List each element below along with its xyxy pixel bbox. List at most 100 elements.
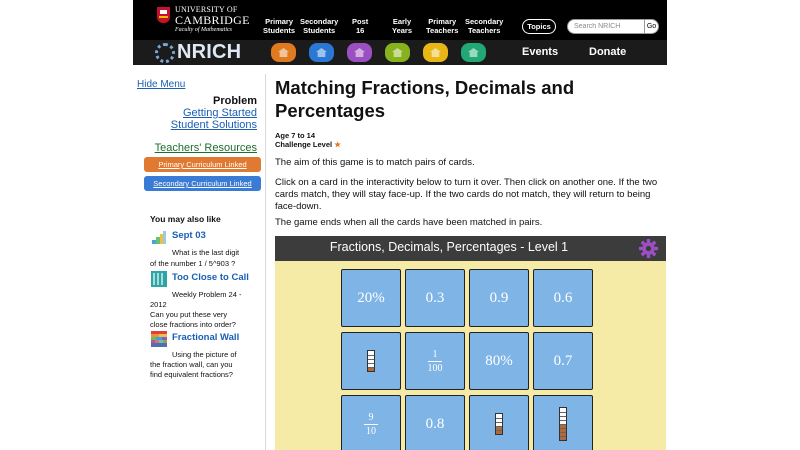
card-value: 0.8	[425, 415, 445, 432]
sidebar-divider	[265, 74, 266, 450]
page-title-line1: Matching Fractions, Decimals and	[275, 77, 575, 98]
nav-line1: Primary	[265, 17, 294, 26]
nav-early-years[interactable]: Early Years	[392, 17, 412, 35]
cambridge-shield-icon	[157, 7, 170, 23]
primary-curriculum-button[interactable]: Primary Curriculum Linked	[144, 157, 261, 172]
game-card[interactable]: 0.7	[533, 332, 593, 390]
tube-segment	[496, 430, 502, 434]
nav-line2: Teachers	[426, 26, 459, 35]
sidebar-student-solutions-link[interactable]: Student Solutions	[171, 119, 257, 131]
home-icon	[468, 48, 479, 57]
tube-segment	[368, 367, 374, 371]
intro-paragraph: The aim of this game is to match pairs o…	[275, 157, 475, 168]
fraction-numerator: 1	[432, 348, 438, 360]
secondary-curriculum-button[interactable]: Secondary Curriculum Linked	[144, 176, 261, 191]
top-header: UNIVERSITY OF CAMBRIDGE Faculty of Mathe…	[133, 0, 667, 40]
game-card[interactable]: 0.9	[469, 269, 529, 327]
cambridge-wordmark: UNIVERSITY OF CAMBRIDGE Faculty of Mathe…	[175, 6, 250, 34]
challenge-level: Challenge Level ★	[275, 140, 341, 149]
related-too-close-to-call-link[interactable]: Too Close to Call	[172, 272, 249, 283]
faculty-name: Faculty of Mathematics	[175, 27, 232, 33]
game-header: Fractions, Decimals, Percentages - Level…	[275, 236, 666, 261]
game-card[interactable]: 0.6	[533, 269, 593, 327]
card-fraction: 1 100	[428, 349, 443, 374]
card-value: 80%	[485, 352, 513, 369]
settings-gear-icon[interactable]	[638, 238, 659, 259]
home-icon	[316, 48, 327, 57]
stage-home-button-blue[interactable]	[309, 43, 334, 62]
card-fraction: 9 10	[364, 412, 378, 437]
sidebar-problem-title: Problem	[212, 95, 257, 107]
page-title-line2: Percentages	[275, 100, 386, 121]
game-card[interactable]: 1 100	[405, 332, 465, 390]
related-fractional-wall-desc-line3: find equivalent fractions?	[150, 370, 233, 379]
stage-home-button-teal[interactable]	[461, 43, 486, 62]
related-sept-03-link[interactable]: Sept 03	[172, 230, 206, 241]
instructions-paragraph: Click on a card in the interactivity bel…	[275, 177, 658, 212]
stage-home-button-green[interactable]	[385, 43, 410, 62]
events-link[interactable]: Events	[522, 46, 558, 58]
nav-line1: Secondary	[300, 17, 339, 26]
nrich-nav-bar: NRICH Events Donate	[133, 40, 667, 65]
related-too-close-desc-line1: Weekly Problem 24 -	[172, 290, 242, 299]
fraction-tube-icon	[559, 407, 567, 441]
stage-home-button-orange[interactable]	[271, 43, 296, 62]
you-may-also-like-heading: You may also like	[150, 214, 221, 224]
home-icon	[430, 48, 441, 57]
card-value: 0.6	[553, 289, 573, 306]
nav-line1: Post	[352, 17, 369, 26]
game-card[interactable]: 20%	[341, 269, 401, 327]
age-range: Age 7 to 14	[275, 131, 316, 140]
challenge-level-label: Challenge Level	[275, 140, 333, 149]
page-title: Matching Fractions, Decimals and Percent…	[275, 76, 655, 122]
home-icon	[392, 48, 403, 57]
game-card[interactable]: 80%	[469, 332, 529, 390]
fraction-denominator: 10	[366, 425, 376, 437]
nav-line2: Students	[263, 26, 296, 35]
fraction-bar	[364, 423, 378, 425]
card-value: 0.9	[489, 289, 509, 306]
related-fractional-wall-link[interactable]: Fractional Wall	[172, 332, 239, 343]
sept-03-thumbnail-icon[interactable]	[151, 229, 167, 245]
nav-line1: Secondary	[465, 17, 504, 26]
tube-segment	[560, 436, 566, 440]
nav-line1: Early	[392, 17, 412, 26]
game-card[interactable]	[469, 395, 529, 450]
search-go-button[interactable]: Go	[645, 19, 659, 34]
too-close-to-call-thumbnail-icon[interactable]	[151, 271, 167, 287]
game-card[interactable]	[533, 395, 593, 450]
nrich-logo[interactable]: NRICH	[155, 41, 241, 64]
stage-home-button-yellow[interactable]	[423, 43, 448, 62]
related-too-close-desc-line4: close fractions into order?	[150, 320, 236, 329]
game-card[interactable]: 9 10	[341, 395, 401, 450]
ending-paragraph: The game ends when all the cards have be…	[275, 217, 543, 228]
fraction-tube-icon	[367, 350, 375, 372]
sidebar-getting-started-link[interactable]: Getting Started	[183, 107, 257, 119]
fraction-bar	[428, 360, 442, 362]
nrich-wordmark: NRICH	[177, 41, 242, 63]
game-card[interactable]: 0.8	[405, 395, 465, 450]
topics-button[interactable]: Topics	[522, 19, 556, 34]
card-value: 20%	[357, 289, 385, 306]
search-input[interactable]	[567, 19, 645, 34]
stage-home-button-purple[interactable]	[347, 43, 372, 62]
fractional-wall-thumbnail-icon[interactable]	[151, 331, 167, 347]
donate-link[interactable]: Donate	[589, 46, 626, 58]
game-card[interactable]: 0.3	[405, 269, 465, 327]
nav-primary-students[interactable]: Primary Students	[263, 17, 295, 35]
nav-line2: Years	[392, 26, 413, 35]
home-icon	[278, 48, 289, 57]
related-sept-03-desc-line2: of the number 1 / 5^903 ?	[150, 259, 236, 268]
hide-menu-link[interactable]: Hide Menu	[137, 79, 185, 90]
cambridge-logo[interactable]: UNIVERSITY OF CAMBRIDGE Faculty of Mathe…	[157, 6, 250, 34]
nav-post-16[interactable]: Post 16	[352, 17, 368, 35]
fraction-denominator: 100	[427, 362, 443, 374]
nav-primary-teachers[interactable]: Primary Teachers	[426, 17, 458, 35]
nav-line2: Students	[303, 26, 336, 35]
card-value: 0.7	[553, 352, 573, 369]
game-card[interactable]	[341, 332, 401, 390]
nav-secondary-teachers[interactable]: Secondary Teachers	[465, 17, 503, 35]
card-value: 0.3	[425, 289, 445, 306]
nav-secondary-students[interactable]: Secondary Students	[300, 17, 338, 35]
sidebar-teachers-resources-link[interactable]: Teachers' Resources	[155, 142, 257, 154]
